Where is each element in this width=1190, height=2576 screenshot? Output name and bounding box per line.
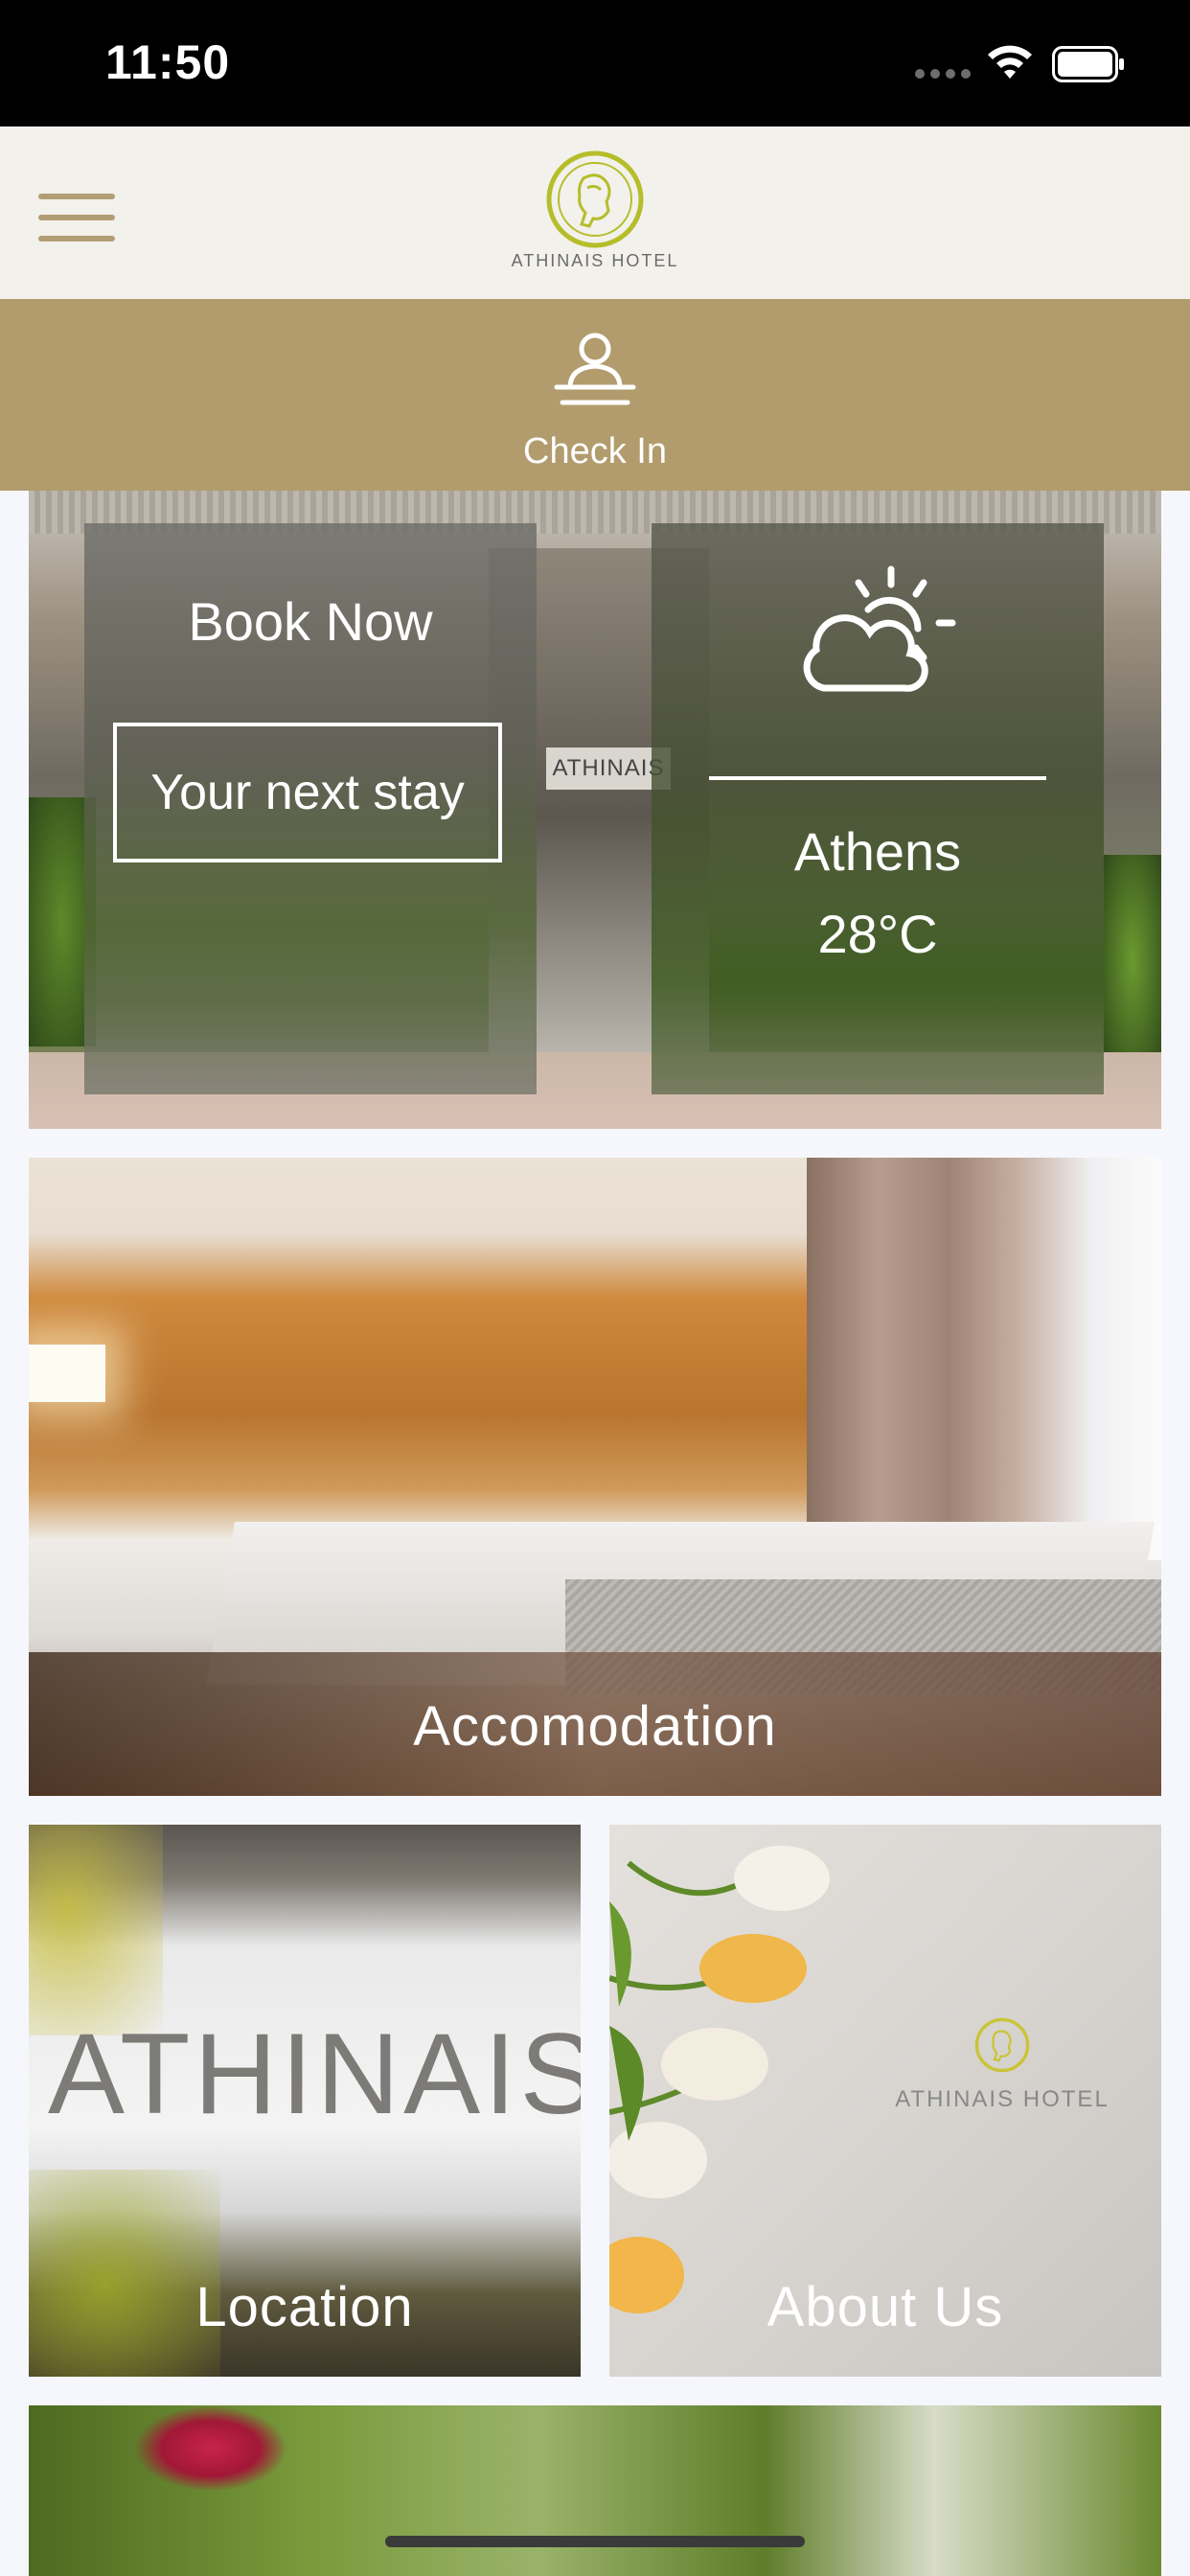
location-foliage [29,2170,220,2377]
signal-icon [915,69,971,79]
weather-divider [709,776,1046,780]
location-label: Location [195,2276,414,2338]
room-lamp [29,1345,105,1402]
garden-tile[interactable] [29,2405,1161,2576]
accommodation-label: Accomodation [413,1695,777,1758]
check-in-label: Check In [523,431,667,472]
location-tile[interactable]: ATHINAIS H Location [29,1825,581,2377]
hero-bush [1104,855,1161,1066]
book-now-title: Book Now [188,591,433,652]
book-now-panel: Book Now Your next stay [84,523,537,1094]
home-indicator[interactable] [385,2536,805,2547]
check-in-icon [554,333,636,405]
hamburger-menu-icon[interactable] [38,194,115,242]
coin-logo-icon [546,150,644,248]
status-time: 11:50 [105,35,231,89]
coin-logo-icon [974,2017,1030,2073]
hero-banner: ATHINAIS Book Now Your next stay Athens … [29,491,1161,1129]
partly-cloudy-icon [803,565,956,692]
accommodation-tile[interactable]: Accomodation [29,1158,1161,1796]
about-logo-text: ATHINAIS HOTEL [895,2086,1110,2112]
gerbera-flower-image [134,2405,287,2492]
room-curtain [807,1158,1161,1560]
weather-panel: Athens 28°C [652,523,1104,1094]
check-in-button[interactable]: Check In [0,299,1190,491]
your-next-stay-button[interactable]: Your next stay [113,723,502,862]
about-us-tile[interactable]: ATHINAIS HOTEL About Us [609,1825,1161,2377]
status-bar: 11:50 [0,0,1190,126]
app-header: ATHINAIS HOTEL [0,126,1190,299]
hotel-logo: ATHINAIS HOTEL [508,150,682,278]
logo-text: ATHINAIS HOTEL [511,251,679,270]
weather-city: Athens [793,821,962,882]
about-hotel-logo: ATHINAIS HOTEL [887,2016,1117,2113]
weather-temperature: 28°C [817,904,938,964]
battery-icon [1052,46,1124,82]
location-hotel-sign: ATHINAIS H [48,2010,581,2138]
wifi-icon [988,45,1032,79]
about-us-label: About Us [767,2276,1004,2338]
